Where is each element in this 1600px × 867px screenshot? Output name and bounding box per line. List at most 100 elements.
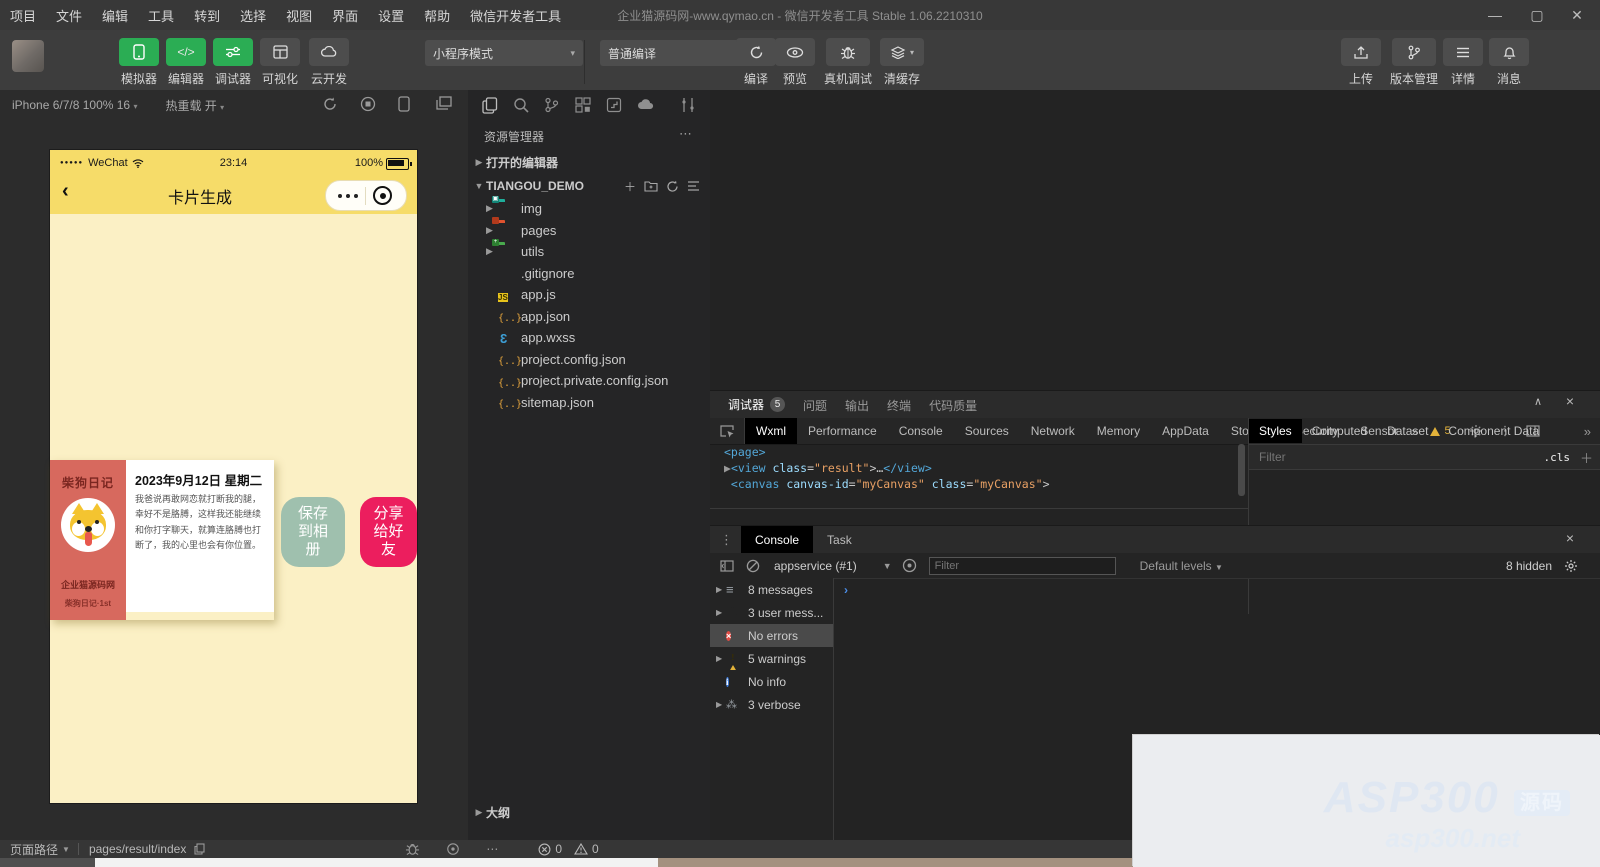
collapse-all-icon[interactable] [687,178,700,195]
menu-item-6[interactable]: 视图 [276,6,322,25]
panel-tab-1[interactable]: 问题 [803,391,827,419]
files-icon[interactable] [482,97,499,114]
file-.gitignore[interactable]: ▶.gitignore [468,263,710,285]
wxml-tree[interactable]: <page>▶<view class="result">…</view> <ca… [710,444,1248,510]
file-app.wxss[interactable]: ▶3app.wxss [468,327,710,349]
file-project.config.json[interactable]: ▶{..}project.config.json [468,349,710,371]
new-folder-icon[interactable] [644,178,658,195]
devtools-tab-sources[interactable]: Sources [954,418,1020,444]
levels-select[interactable]: Default levels ▼ [1140,559,1223,573]
detach-window-icon[interactable] [436,96,454,114]
mode-select[interactable]: 小程序模式 ▾ [425,40,583,66]
maximize-button[interactable]: ▢ [1518,0,1556,30]
refresh-icon[interactable] [666,178,679,195]
close-panel-icon[interactable]: × [1566,393,1574,409]
sidebar-toggle-icon[interactable] [720,560,734,572]
page-path-value[interactable]: pages/result/index [89,842,186,856]
simulator-toggle[interactable]: 模拟器 [116,38,162,87]
stop-icon[interactable] [360,96,378,114]
menu-item-4[interactable]: 转到 [184,6,230,25]
styles-tab-styles[interactable]: Styles [1249,419,1302,443]
file-utils[interactable]: ▶+utils [468,241,710,263]
console-filter-verbose[interactable]: ▶⁂3 verbose [710,693,833,716]
device-select[interactable]: iPhone 6/7/8 100% 16 ▾ [12,98,137,112]
version-button[interactable]: 版本管理 [1386,38,1442,87]
devtools-tab-appdata[interactable]: AppData [1151,418,1220,444]
hot-reload-toggle[interactable]: 热重载 开 ▾ [165,97,224,114]
search-icon[interactable] [513,97,530,114]
more-dots-button[interactable] [334,194,358,198]
file-app.json[interactable]: ▶{..}app.json [468,306,710,328]
collapse-panel-icon[interactable]: ∧ [1534,395,1542,408]
menu-item-8[interactable]: 设置 [368,6,414,25]
menu-item-10[interactable]: 微信开发者工具 [460,6,571,25]
device-frame-icon[interactable] [398,96,416,114]
menu-item-5[interactable]: 选择 [230,6,276,25]
styles-more-icon[interactable]: » [1584,424,1591,439]
wxml-line-1[interactable]: ▶<view class="result">…</view> [710,460,1248,476]
wxml-line-0[interactable]: <page> [710,444,1248,460]
file-project.private.config.json[interactable]: ▶{..}project.private.config.json [468,370,710,392]
file-sitemap.json[interactable]: ▶{..}sitemap.json [468,392,710,414]
panel-tab-2[interactable]: 输出 [845,391,869,419]
outline-section[interactable]: ▶ 大纲 [468,802,710,822]
open-editors-section[interactable]: ▶ 打开的编辑器 [468,152,710,172]
console-prompt[interactable]: › [844,583,848,597]
menu-item-9[interactable]: 帮助 [414,6,460,25]
clear-cache-button[interactable]: ▾ 清缓存 [876,38,928,87]
menu-item-7[interactable]: 界面 [322,6,368,25]
wxml-line-2[interactable]: <canvas canvas-id="myCanvas" class="myCa… [710,476,1248,492]
messages-button[interactable]: 消息 [1486,38,1532,87]
console-filter-user[interactable]: ▶3 user mess... [710,601,833,624]
explorer-more-icon[interactable]: ⋯ [679,126,692,142]
avatar[interactable] [12,40,44,72]
styles-filter-input[interactable] [1249,449,1543,465]
extensions-icon[interactable] [575,97,592,114]
bug-icon[interactable] [405,842,420,856]
menu-item-0[interactable]: 项目 [0,6,46,25]
eye-icon[interactable] [902,558,917,573]
page-path-select[interactable]: 页面路径 [10,841,58,858]
project-section[interactable]: ▼ TIANGOU_DEMO ＋ [468,176,710,196]
new-style-rule-icon[interactable]: ＋ [1580,448,1593,467]
debugger-toggle[interactable]: 调试器 [210,38,256,87]
styles-tab-component-data[interactable]: Component Data [1438,419,1549,443]
panel-tab-0[interactable]: 调试器5 [728,390,785,420]
preview-button[interactable]: 预览 [772,38,818,87]
new-file-icon[interactable]: ＋ [624,178,636,195]
console-filter-error[interactable]: ×No errors [710,624,833,647]
console-tab-task[interactable]: Task [813,526,866,554]
inspect-element-icon[interactable] [710,418,745,444]
kebab-menu-icon[interactable]: ⋮ [720,532,733,548]
hidden-count[interactable]: 8 hidden [1506,559,1552,573]
visual-toggle[interactable]: 可视化 [257,38,303,87]
cloud-dev-icon[interactable] [637,97,654,114]
panel-tab-3[interactable]: 终端 [887,391,911,419]
file-app.js[interactable]: ▶JSapp.js [468,284,710,306]
clear-console-icon[interactable] [746,559,760,573]
devtools-tab-network[interactable]: Network [1020,418,1086,444]
cloud-toggle[interactable]: 云开发 [306,38,352,87]
close-console-icon[interactable]: × [1566,530,1574,546]
editor-toggle[interactable]: </> 编辑器 [163,38,209,87]
menu-item-1[interactable]: 文件 [46,6,92,25]
file-img[interactable]: ▶▣img [468,198,710,220]
details-button[interactable]: 详情 [1440,38,1486,87]
styles-tab-computed[interactable]: Computed [1302,419,1377,443]
console-filter-info[interactable]: iNo info [710,670,833,693]
menu-item-2[interactable]: 编辑 [92,6,138,25]
upload-button[interactable]: 上传 [1338,38,1384,87]
devtools-tab-console[interactable]: Console [888,418,954,444]
menu-item-3[interactable]: 工具 [138,6,184,25]
devtools-tab-performance[interactable]: Performance [797,418,888,444]
minimize-button[interactable]: — [1476,0,1514,30]
gear-icon[interactable] [1564,559,1578,573]
panel-toggle-icon[interactable] [681,97,698,114]
console-tab-console[interactable]: Console [741,526,813,554]
styles-tab-dataset[interactable]: Dataset [1377,419,1438,443]
devtools-tab-memory[interactable]: Memory [1086,418,1151,444]
scrollbar[interactable] [1238,444,1245,496]
eye-icon[interactable] [446,842,460,856]
home-capsule-button[interactable] [373,186,392,205]
console-filter-input[interactable] [929,557,1116,575]
